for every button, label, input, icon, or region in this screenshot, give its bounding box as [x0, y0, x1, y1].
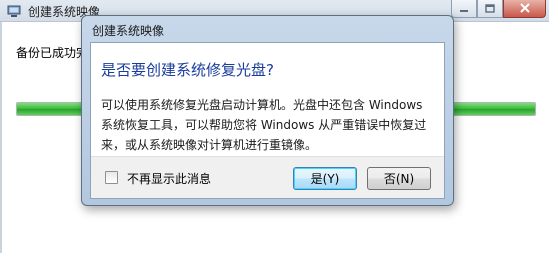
dialog-title: 创建系统映像 — [92, 24, 165, 38]
maximize-button[interactable] — [477, 0, 503, 18]
dialog-message-line: 来，或从系统映像对计算机进行重镜像。 — [101, 138, 318, 152]
window-left-edge — [0, 22, 2, 253]
close-icon — [519, 2, 530, 16]
close-button[interactable] — [503, 0, 546, 18]
dialog-footer: 不再显示此消息 是(Y) 否(N) — [91, 156, 444, 198]
maximize-icon — [485, 2, 495, 16]
dialog-message: 可以使用系统修复光盘启动计算机。光盘中还包含 Windows 系统恢复工具，可以… — [101, 95, 433, 155]
yes-button[interactable]: 是(Y) — [293, 167, 357, 190]
repair-disc-dialog: 创建系统映像 是否要创建系统修复光盘? 可以使用系统修复光盘启动计算机。光盘中还… — [81, 15, 454, 206]
dialog-main-area: 是否要创建系统修复光盘? 可以使用系统修复光盘启动计算机。光盘中还包含 Wind… — [91, 43, 444, 156]
app-icon — [6, 3, 22, 19]
dont-show-again-checkbox[interactable] — [105, 171, 118, 184]
dialog-heading: 是否要创建系统修复光盘? — [101, 61, 274, 79]
minimize-button[interactable] — [451, 0, 477, 18]
backup-status-text: 备份已成功完 — [16, 46, 89, 60]
dont-show-again-label[interactable]: 不再显示此消息 — [127, 170, 211, 187]
dialog-message-line: 系统恢复工具，可以帮助您将 Windows 从严重错误中恢复过 — [101, 118, 427, 132]
dialog-message-line: 可以使用系统修复光盘启动计算机。光盘中还包含 Windows — [101, 98, 423, 112]
dialog-body: 是否要创建系统修复光盘? 可以使用系统修复光盘启动计算机。光盘中还包含 Wind… — [90, 42, 445, 199]
minimize-icon — [459, 2, 469, 16]
no-button[interactable]: 否(N) — [367, 167, 431, 190]
